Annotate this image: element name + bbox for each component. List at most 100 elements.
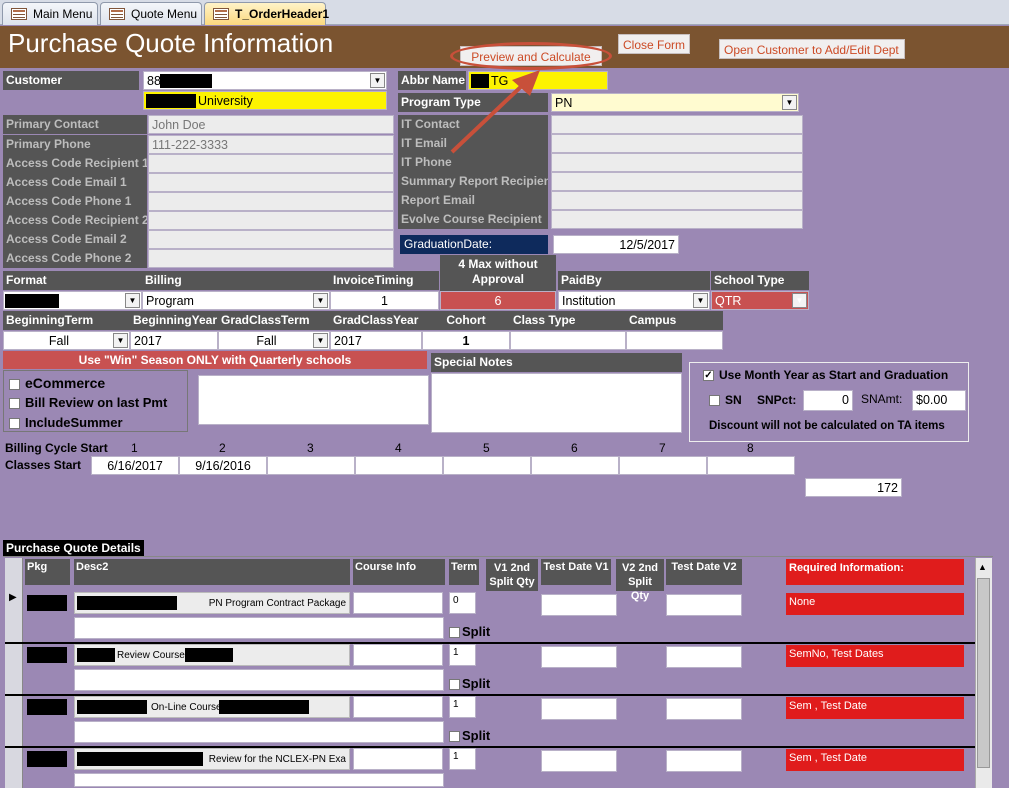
term-field-3[interactable]: 1 xyxy=(449,696,476,718)
snamt-field[interactable]: $0.00 xyxy=(912,390,966,411)
course-info-field-3[interactable] xyxy=(353,696,443,718)
format-combo[interactable]: ▼ xyxy=(3,291,142,310)
special-notes-field[interactable] xyxy=(431,373,682,433)
term-field-2[interactable]: 1 xyxy=(449,644,476,666)
tab-quote-menu[interactable]: Quote Menu xyxy=(100,2,202,25)
snamt-label: SNAmt: xyxy=(861,392,903,406)
chevron-down-icon[interactable]: ▼ xyxy=(125,293,140,308)
desc2-field-2[interactable]: Review Course xyxy=(74,644,350,666)
customer-combo[interactable]: 88 ▼ xyxy=(143,71,387,90)
primary-phone-field[interactable]: 111-222-3333 xyxy=(148,135,394,154)
access-code-email-2-field[interactable] xyxy=(148,230,394,249)
classes-start-5[interactable] xyxy=(443,456,531,475)
grad-class-year-field[interactable]: 2017 xyxy=(330,331,422,350)
test-date-v2-field-2[interactable] xyxy=(666,646,742,668)
course-info-field-1[interactable] xyxy=(353,592,443,614)
term-field-1[interactable]: 0 xyxy=(449,592,476,614)
test-date-v1-field-3[interactable] xyxy=(541,698,617,720)
scroll-up-icon[interactable]: ▲ xyxy=(978,562,987,572)
ecommerce-checkbox[interactable] xyxy=(9,378,20,390)
classes-start-4[interactable] xyxy=(355,456,443,475)
desc-extra-field-3[interactable] xyxy=(74,721,444,743)
access-code-email-1-field[interactable] xyxy=(148,173,394,192)
classes-start-1[interactable]: 6/16/2017 xyxy=(91,456,179,475)
desc-extra-field-4[interactable] xyxy=(74,773,444,787)
split-option-2[interactable]: Split xyxy=(449,676,490,691)
desc-extra-field-2[interactable] xyxy=(74,669,444,691)
test-date-v1-field-2[interactable] xyxy=(541,646,617,668)
scrollbar-thumb[interactable] xyxy=(977,578,990,768)
split-checkbox-3[interactable] xyxy=(449,731,460,743)
classes-start-7[interactable] xyxy=(619,456,707,475)
use-month-year-checkbox[interactable]: ✓ xyxy=(703,370,714,382)
classes-start-6[interactable] xyxy=(531,456,619,475)
grad-class-term-combo[interactable]: Fall ▼ xyxy=(218,331,330,350)
invoice-timing-field[interactable]: 1 xyxy=(330,291,439,310)
cohort-field[interactable]: 1 xyxy=(422,331,510,350)
term-field-4[interactable]: 1 xyxy=(449,748,476,770)
beginning-term-combo[interactable]: Fall ▼ xyxy=(3,331,130,350)
it-phone-field[interactable] xyxy=(551,153,803,172)
tab-order-header[interactable]: T_OrderHeader1 xyxy=(204,2,329,25)
desc2-field-3[interactable]: On-Line Course xyxy=(74,696,350,718)
it-contact-field[interactable] xyxy=(551,115,803,134)
chevron-down-icon[interactable]: ▼ xyxy=(792,293,807,308)
primary-contact-field[interactable]: John Doe xyxy=(148,115,394,134)
chevron-down-icon[interactable]: ▼ xyxy=(370,73,385,88)
desc2-field-1[interactable]: PN Program Contract Package xyxy=(74,592,350,614)
desc2-field-4[interactable]: Review for the NCLEX-PN Exa xyxy=(74,748,350,770)
program-type-combo[interactable]: PN ▼ xyxy=(551,93,799,112)
bill-review-checkbox[interactable] xyxy=(9,398,20,410)
test-date-v2-field-1[interactable] xyxy=(666,594,742,616)
chevron-down-icon[interactable]: ▼ xyxy=(693,293,708,308)
split-checkbox-2[interactable] xyxy=(449,679,460,691)
chevron-down-icon[interactable]: ▼ xyxy=(313,333,328,348)
include-summer-option[interactable]: IncludeSummer xyxy=(9,415,123,430)
beginning-year-field[interactable]: 2017 xyxy=(130,331,218,350)
report-email-field[interactable] xyxy=(551,191,803,210)
classes-start-8[interactable] xyxy=(707,456,795,475)
test-date-v1-field-1[interactable] xyxy=(541,594,617,616)
billing-combo[interactable]: Program ▼ xyxy=(142,291,330,310)
class-type-field[interactable] xyxy=(510,331,626,350)
total-field[interactable]: 172 xyxy=(805,478,902,497)
test-date-v2-field-3[interactable] xyxy=(666,698,742,720)
cycle-num-2: 2 xyxy=(219,441,226,455)
notes-textbox[interactable] xyxy=(198,375,429,425)
it-email-field[interactable] xyxy=(551,134,803,153)
access-code-phone-2-field[interactable] xyxy=(148,249,394,268)
school-type-combo[interactable]: QTR ▼ xyxy=(711,291,809,310)
chevron-down-icon[interactable]: ▼ xyxy=(313,293,328,308)
campus-field[interactable] xyxy=(626,331,723,350)
access-code-recipient-1-field[interactable] xyxy=(148,154,394,173)
access-code-recipient-2-field[interactable] xyxy=(148,211,394,230)
sn-option[interactable]: SN xyxy=(709,393,742,407)
split-option-3[interactable]: Split xyxy=(449,728,490,743)
split-checkbox-1[interactable] xyxy=(449,627,460,639)
max-approval-field[interactable]: 6 xyxy=(440,291,556,310)
access-code-phone-1-field[interactable] xyxy=(148,192,394,211)
chevron-down-icon[interactable]: ▼ xyxy=(782,95,797,110)
course-info-field-2[interactable] xyxy=(353,644,443,666)
test-date-v2-field-4[interactable] xyxy=(666,750,742,772)
tab-main-menu[interactable]: Main Menu xyxy=(2,2,98,25)
ecommerce-option[interactable]: eCommerce xyxy=(9,375,105,391)
test-date-v1-field-4[interactable] xyxy=(541,750,617,772)
use-month-year-option[interactable]: ✓ Use Month Year as Start and Graduation xyxy=(703,368,948,382)
classes-start-3[interactable] xyxy=(267,456,355,475)
summary-report-field[interactable] xyxy=(551,172,803,191)
split-option-1[interactable]: Split xyxy=(449,624,490,639)
classes-start-2[interactable]: 9/16/2016 xyxy=(179,456,267,475)
open-customer-button[interactable]: Open Customer to Add/Edit Dept xyxy=(719,39,905,59)
paid-by-combo[interactable]: Institution ▼ xyxy=(558,291,710,310)
sn-checkbox[interactable] xyxy=(709,395,720,407)
course-info-field-4[interactable] xyxy=(353,748,443,770)
snpct-field[interactable]: 0 xyxy=(803,390,853,411)
bill-review-option[interactable]: Bill Review on last Pmt xyxy=(9,395,167,410)
chevron-down-icon[interactable]: ▼ xyxy=(113,333,128,348)
desc-extra-field-1[interactable] xyxy=(74,617,444,639)
close-form-button[interactable]: Close Form xyxy=(618,34,690,54)
include-summer-checkbox[interactable] xyxy=(9,418,20,430)
evolve-course-field[interactable] xyxy=(551,210,803,229)
graduation-date-field[interactable]: 12/5/2017 xyxy=(553,235,679,254)
